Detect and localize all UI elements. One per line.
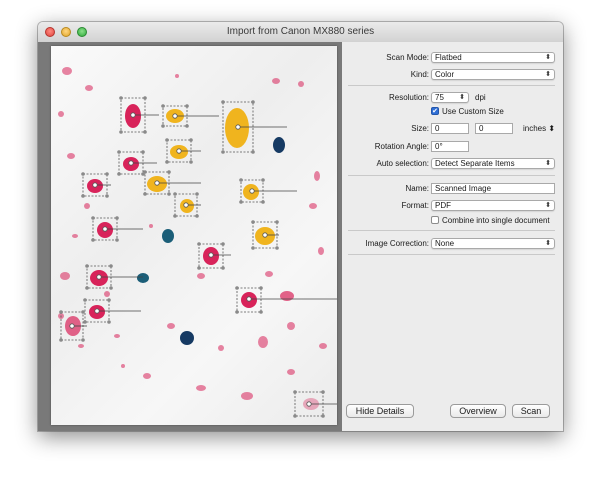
- resolution-popup[interactable]: 75 ⬍: [431, 92, 469, 103]
- scan-button[interactable]: Scan: [512, 404, 550, 418]
- name-field[interactable]: Scanned Image: [431, 183, 555, 194]
- resolution-unit: dpi: [475, 93, 486, 102]
- auto-selection-popup[interactable]: Detect Separate Items ⬍: [431, 158, 555, 169]
- size-width-field[interactable]: 0: [431, 123, 469, 134]
- format-popup[interactable]: PDF ⬍: [431, 200, 555, 211]
- kind-label: Kind:: [410, 70, 429, 79]
- image-correction-value: None: [435, 239, 455, 248]
- size-unit-value: inches: [523, 124, 547, 133]
- scan-settings-panel: Scan Mode: Flatbed ⬍ Kind: Color ⬍ Resol…: [342, 42, 563, 431]
- size-height-field[interactable]: 0: [475, 123, 513, 134]
- resolution-label: Resolution:: [388, 93, 429, 102]
- auto-selection-value: Detect Separate Items: [435, 159, 515, 168]
- kind-popup[interactable]: Color ⬍: [431, 69, 555, 80]
- scan-mode-label: Scan Mode:: [386, 53, 429, 62]
- popup-arrow-icon: ⬍: [545, 160, 551, 167]
- popup-arrow-icon: ⬍: [459, 94, 465, 101]
- separator: [348, 175, 555, 176]
- popup-arrow-icon: ⬍: [545, 240, 551, 247]
- use-custom-size-label: Use Custom Size: [442, 107, 504, 116]
- rotation-angle-label: Rotation Angle:: [374, 142, 429, 151]
- size-unit-popup[interactable]: inches ⬍: [523, 124, 555, 133]
- separator: [348, 85, 555, 86]
- title-bar: Import from Canon MX880 series: [38, 22, 563, 43]
- use-custom-size-checkbox[interactable]: ✔: [431, 107, 439, 115]
- hide-details-button[interactable]: Hide Details: [346, 404, 414, 418]
- scanned-page-preview: [51, 46, 337, 425]
- scan-preview-area[interactable]: [38, 42, 342, 431]
- combine-documents-checkbox[interactable]: [431, 216, 439, 224]
- detected-items: [65, 104, 319, 410]
- scan-mode-value: Flatbed: [435, 53, 462, 62]
- format-label: Format:: [401, 201, 429, 210]
- separator: [348, 230, 555, 231]
- separator: [348, 254, 555, 255]
- stepper-icon: ⬍: [548, 124, 556, 133]
- scan-mode-popup[interactable]: Flatbed ⬍: [431, 52, 555, 63]
- checkmark-icon: ✔: [432, 108, 438, 115]
- size-label: Size:: [411, 124, 429, 133]
- kind-value: Color: [435, 70, 455, 79]
- rotation-knobs[interactable]: [69, 112, 312, 407]
- popup-arrow-icon: ⬍: [545, 71, 551, 78]
- popup-arrow-icon: ⬍: [545, 202, 551, 209]
- combine-documents-label: Combine into single document: [442, 216, 550, 225]
- resolution-value: 75: [435, 93, 444, 102]
- auto-selection-label: Auto selection:: [376, 159, 429, 168]
- popup-arrow-icon: ⬍: [545, 54, 551, 61]
- window-title: Import from Canon MX880 series: [226, 26, 375, 37]
- rotation-angle-field[interactable]: 0°: [431, 141, 469, 152]
- image-correction-label: Image Correction:: [365, 239, 429, 248]
- name-label: Name:: [405, 184, 429, 193]
- image-correction-popup[interactable]: None ⬍: [431, 238, 555, 249]
- scan-window: Import from Canon MX880 series Scan Mode…: [38, 22, 563, 431]
- overview-button[interactable]: Overview: [450, 404, 506, 418]
- format-value: PDF: [435, 201, 451, 210]
- preview-artwork: [58, 67, 337, 418]
